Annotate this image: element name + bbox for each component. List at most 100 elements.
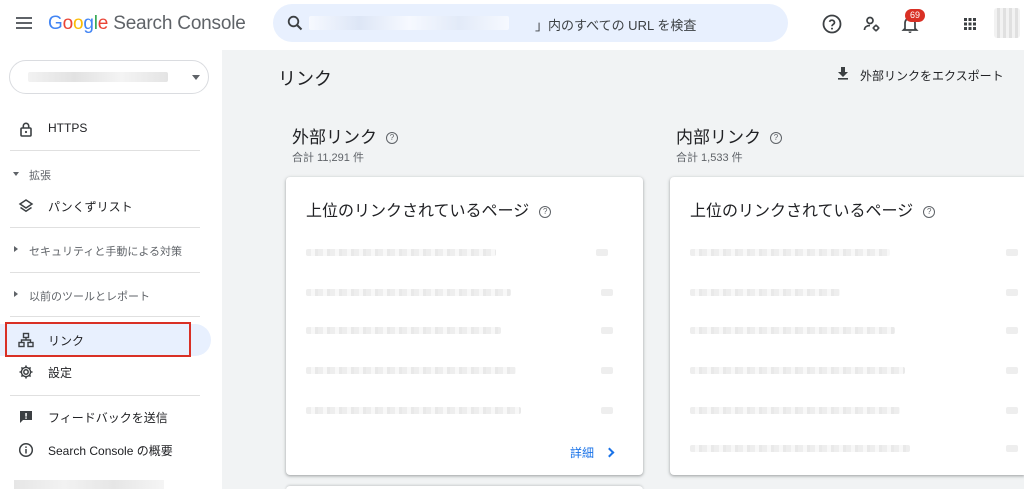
- table-row[interactable]: [306, 407, 623, 415]
- redacted-count: [601, 407, 613, 414]
- external-links-total: 合計 11,291 件: [292, 152, 364, 164]
- help-icon[interactable]: ?: [539, 206, 552, 218]
- sidebar-item-label: パンくずリスト: [48, 200, 133, 214]
- section-legacy-tools[interactable]: 以前のツールとレポート: [0, 283, 211, 307]
- search-console-app: Google Search Console 」内のすべての URL を検査 69: [0, 0, 1024, 489]
- divider: [10, 150, 200, 151]
- divider: [10, 316, 200, 317]
- page-title: リンク: [278, 69, 332, 89]
- info-icon: [18, 442, 34, 458]
- redacted-count: [1006, 407, 1018, 414]
- sidebar-item-feedback[interactable]: フィードバックを送信: [0, 401, 211, 433]
- layers-icon: [18, 199, 34, 213]
- section-label: 以前のツールとレポート: [29, 291, 150, 303]
- sidebar-item-label: HTTPS: [48, 121, 88, 135]
- logo-letter: e: [97, 13, 109, 34]
- card-title-text: 上位のリンクされているページ: [306, 203, 530, 220]
- help-icon[interactable]: ?: [923, 206, 936, 218]
- help-icon[interactable]: ?: [770, 132, 782, 144]
- internal-links-title: 内部リンク?: [676, 123, 782, 148]
- card-title: 上位のリンクされているページ?: [690, 197, 936, 221]
- logo-letter: o: [72, 13, 84, 34]
- table-row[interactable]: [306, 327, 623, 335]
- redacted-count: [1006, 249, 1018, 256]
- internal-links-total: 合計 1,533 件: [676, 152, 743, 164]
- table-row[interactable]: [690, 249, 1020, 257]
- external-links-title: 外部リンク?: [292, 123, 398, 148]
- card-title-text: 上位のリンクされているページ: [690, 203, 914, 220]
- search-placeholder: 」内のすべての URL を検査: [535, 18, 697, 33]
- sidebar-item-about[interactable]: Search Console の概要: [0, 434, 211, 466]
- redacted-url: [306, 289, 511, 296]
- property-selector[interactable]: [9, 60, 209, 94]
- external-top-linked-pages-card: 上位のリンクされているページ? 詳細: [286, 177, 643, 475]
- table-row[interactable]: [690, 445, 1020, 453]
- help-icon[interactable]: ?: [386, 132, 398, 144]
- logo-letter: G: [48, 13, 63, 34]
- section-enhancements[interactable]: 拡張: [0, 162, 211, 186]
- apps-grid-icon[interactable]: [959, 13, 981, 35]
- table-row[interactable]: [306, 289, 623, 297]
- download-icon: [838, 67, 848, 80]
- details-link-label: 詳細: [570, 446, 595, 460]
- sidebar-item-label: フィードバックを送信: [48, 411, 168, 425]
- logo-letter: o: [62, 13, 74, 34]
- section-label: セキュリティと手動による対策: [29, 246, 183, 258]
- feedback-icon: [20, 411, 32, 423]
- redacted-url: [690, 249, 890, 256]
- table-row[interactable]: [306, 367, 623, 375]
- manage-users-icon[interactable]: [861, 13, 883, 35]
- redacted-count: [1006, 445, 1018, 452]
- section-label: 拡張: [29, 170, 51, 182]
- navigation-drawer: HTTPS 拡張 パンくずリスト セキュリティと手動による対策 以前のツールとレ…: [0, 50, 220, 489]
- table-row[interactable]: [690, 327, 1020, 335]
- logo-product-name: Search Console: [113, 13, 246, 34]
- redacted-url: [690, 407, 900, 414]
- redacted-url: [306, 249, 496, 256]
- card-title: 上位のリンクされているページ?: [306, 197, 552, 221]
- redacted-count: [601, 327, 613, 334]
- sidebar-item-settings[interactable]: 設定: [0, 356, 211, 388]
- google-search-console-logo[interactable]: Google Search Console: [48, 13, 246, 35]
- table-row[interactable]: [306, 249, 623, 257]
- sidebar-item-label: Search Console の概要: [48, 444, 173, 458]
- redacted-count: [1006, 289, 1018, 296]
- hamburger-icon[interactable]: [14, 14, 34, 34]
- cut-off-footer-links: [14, 480, 164, 489]
- sidebar-item-breadcrumbs[interactable]: パンくずリスト: [0, 190, 211, 222]
- external-links-title-text: 外部リンク: [292, 128, 377, 147]
- chevron-right-icon: [604, 447, 615, 458]
- section-security[interactable]: セキュリティと手動による対策: [0, 238, 211, 262]
- details-link[interactable]: 詳細: [570, 444, 615, 461]
- gear-icon: [19, 365, 33, 379]
- internal-top-linked-pages-card: 上位のリンクされているページ?: [670, 177, 1024, 475]
- logo-letter: g: [83, 13, 94, 34]
- redacted-url: [690, 327, 895, 334]
- sidebar-item-https[interactable]: HTTPS: [0, 113, 211, 145]
- redacted-url: [306, 327, 501, 334]
- url-inspection-search[interactable]: 」内のすべての URL を検査: [273, 4, 788, 42]
- table-row[interactable]: [690, 407, 1020, 415]
- table-row[interactable]: [690, 367, 1020, 375]
- chevron-down-icon: [13, 172, 19, 176]
- redacted-count: [596, 249, 608, 256]
- redacted-count: [601, 289, 613, 296]
- divider: [10, 227, 200, 228]
- divider: [10, 272, 200, 273]
- help-icon[interactable]: [821, 13, 843, 35]
- redacted-url: [690, 289, 840, 296]
- chevron-right-icon: [14, 246, 18, 252]
- account-avatar[interactable]: [994, 8, 1020, 38]
- redacted-property-name: [28, 72, 168, 82]
- table-row[interactable]: [690, 289, 1020, 297]
- redacted-count: [601, 367, 613, 374]
- redacted-url: [306, 407, 521, 414]
- notification-count-badge: 69: [905, 9, 925, 22]
- export-label: 外部リンクをエクスポート: [860, 69, 1004, 83]
- top-app-bar: Google Search Console 」内のすべての URL を検査 69: [0, 0, 1024, 50]
- lock-icon: [20, 122, 32, 137]
- main-content: リンク 外部リンクをエクスポート 外部リンク? 合計 11,291 件 上位のリ…: [222, 50, 1024, 489]
- divider: [10, 395, 200, 396]
- search-icon: [287, 15, 303, 31]
- redacted-count: [1006, 367, 1018, 374]
